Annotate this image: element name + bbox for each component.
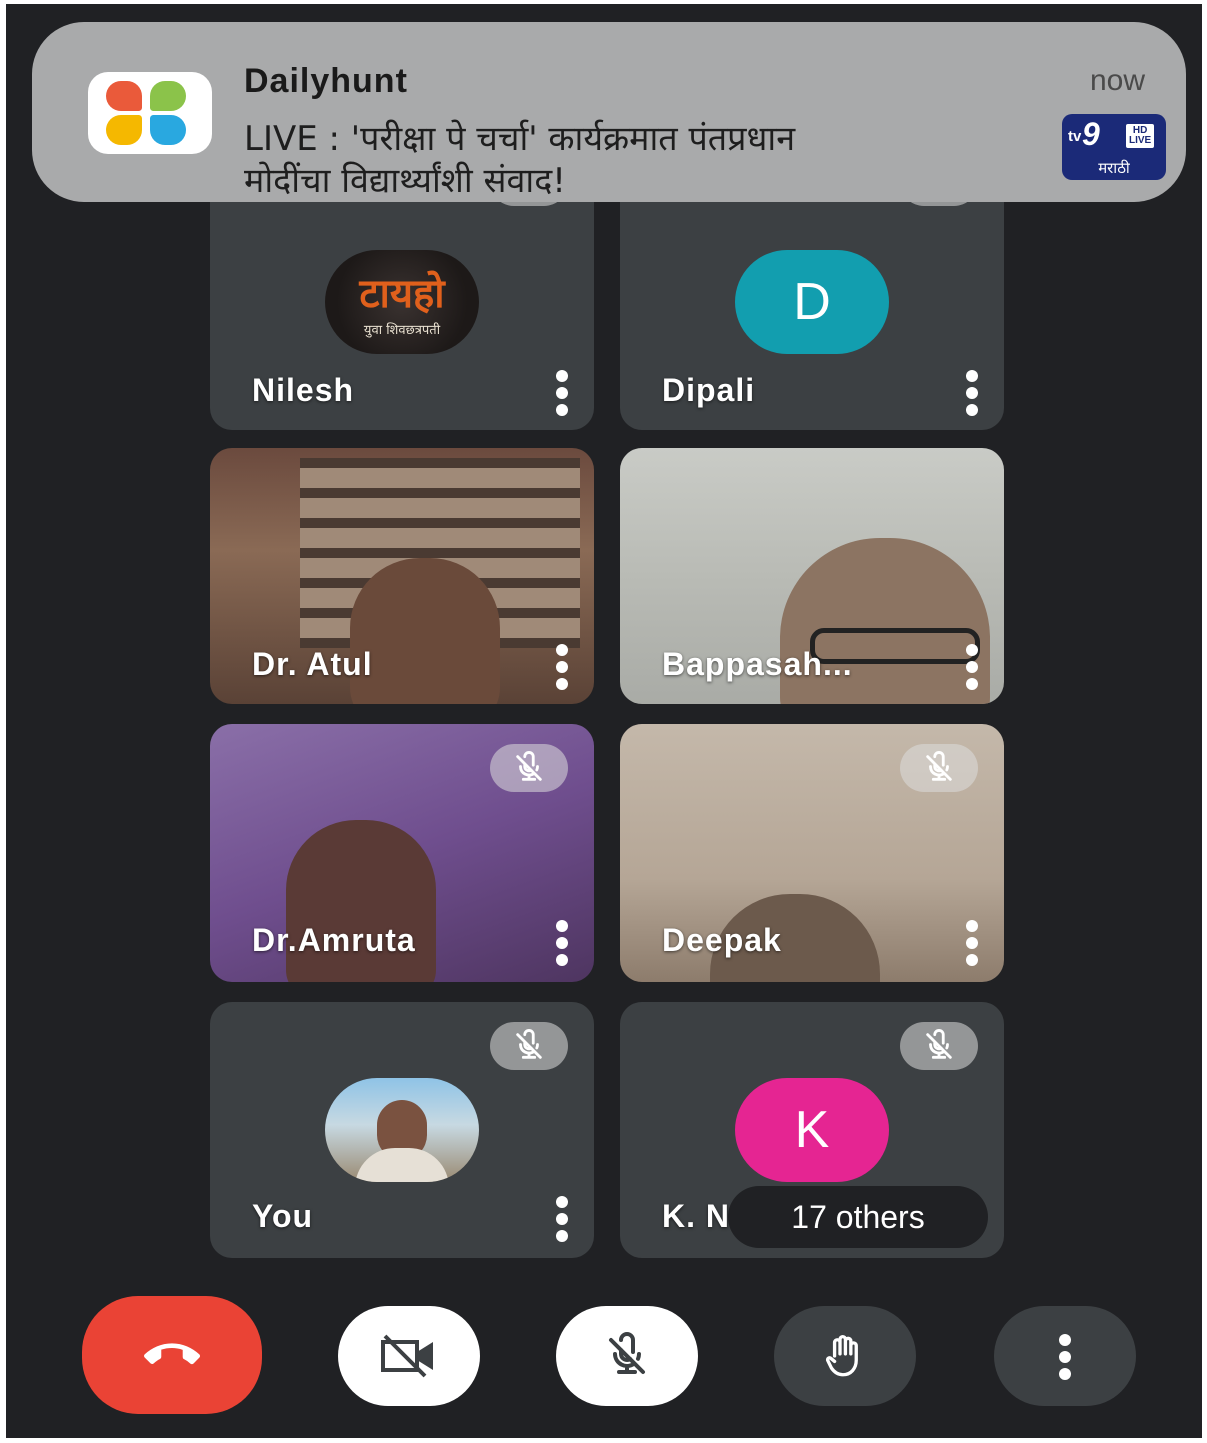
end-call-button[interactable]	[82, 1296, 262, 1414]
avatar-photo	[325, 1078, 479, 1182]
more-vert-icon	[1059, 1334, 1071, 1380]
avatar-letter: D	[735, 250, 889, 354]
mic-muted-indicator	[490, 744, 568, 792]
mic-off-icon	[926, 751, 952, 781]
participant-name: Nilesh	[252, 372, 355, 408]
avatar-initial: K	[794, 1101, 830, 1159]
mic-off-icon	[926, 1029, 952, 1059]
participant-tile-dr-atul[interactable]: Dr. Atul	[210, 448, 594, 704]
participant-name: K. N	[662, 1198, 730, 1234]
participant-name: Dr.Amruta	[252, 922, 416, 958]
participant-name: Deepak	[662, 922, 782, 958]
avatar-photo-shirt	[355, 1148, 449, 1182]
participant-tile-you[interactable]: You	[210, 1002, 594, 1258]
tv9-language-label: मराठी	[1098, 159, 1130, 177]
participant-tile-deepak[interactable]: Deepak	[620, 724, 1004, 982]
more-vert-icon[interactable]	[966, 644, 978, 695]
avatar-logo-subtext: युवा शिवछत्रपती	[363, 323, 441, 338]
participant-name: Dr. Atul	[252, 646, 373, 682]
tv9-logo-tv: tv	[1068, 128, 1082, 145]
more-vert-icon[interactable]	[966, 370, 978, 421]
participant-tile-dr-amruta[interactable]: Dr.Amruta	[210, 724, 594, 982]
avatar-logo-text: टायहो	[359, 271, 445, 317]
dailyhunt-app-icon	[88, 72, 212, 154]
others-count-button[interactable]: 17 others	[728, 1186, 988, 1248]
more-vert-icon[interactable]	[966, 920, 978, 971]
more-options-button[interactable]	[994, 1306, 1136, 1406]
participant-name: Dipali	[662, 372, 756, 408]
participant-name: You	[252, 1198, 314, 1234]
mic-muted-indicator	[490, 1022, 568, 1070]
notification-text-line2: मोदींचा विद्यार्थ्यांशी संवाद!	[244, 161, 566, 201]
microphone-toggle-button[interactable]	[556, 1306, 698, 1406]
tv9-marathi-thumbnail: tv 9 HD LIVE मराठी	[1062, 114, 1166, 180]
push-notification[interactable]: Dailyhunt now LIVE : 'परीक्षा पे चर्चा' …	[32, 22, 1186, 202]
meet-call-screen: टायहो युवा शिवछत्रपती Nilesh D Dipali Dr…	[6, 4, 1202, 1438]
mic-off-icon	[609, 1332, 645, 1374]
avatar-letter: K	[735, 1078, 889, 1182]
more-vert-icon[interactable]	[556, 1196, 568, 1247]
more-vert-icon[interactable]	[556, 370, 568, 421]
hand-icon	[825, 1335, 858, 1377]
participant-tile-dipali[interactable]: D Dipali	[620, 164, 1004, 430]
notification-app-name: Dailyhunt	[244, 62, 408, 100]
more-vert-icon[interactable]	[556, 920, 568, 971]
phone-hangup-icon	[144, 1343, 200, 1365]
tv9-logo-number: 9	[1082, 116, 1100, 152]
camera-off-icon	[381, 1334, 433, 1378]
participant-tile-bappasaheb[interactable]: Bappasah...	[620, 448, 1004, 704]
mic-off-icon	[516, 1029, 542, 1059]
avatar: टायहो युवा शिवछत्रपती	[325, 250, 479, 354]
participant-tile-nilesh[interactable]: टायहो युवा शिवछत्रपती Nilesh	[210, 164, 594, 430]
mic-muted-indicator	[900, 744, 978, 792]
tv9-hd-live-badge: HD LIVE	[1126, 124, 1155, 148]
more-vert-icon[interactable]	[556, 644, 568, 695]
notification-time: now	[1090, 64, 1146, 97]
camera-toggle-button[interactable]	[338, 1306, 480, 1406]
notification-text-line1: LIVE : 'परीक्षा पे चर्चा' कार्यक्रमात पं…	[244, 119, 796, 159]
raise-hand-button[interactable]	[774, 1306, 916, 1406]
mic-muted-indicator	[900, 1022, 978, 1070]
mic-off-icon	[516, 751, 542, 781]
participant-name: Bappasah...	[662, 646, 853, 682]
avatar-initial: D	[793, 273, 831, 331]
